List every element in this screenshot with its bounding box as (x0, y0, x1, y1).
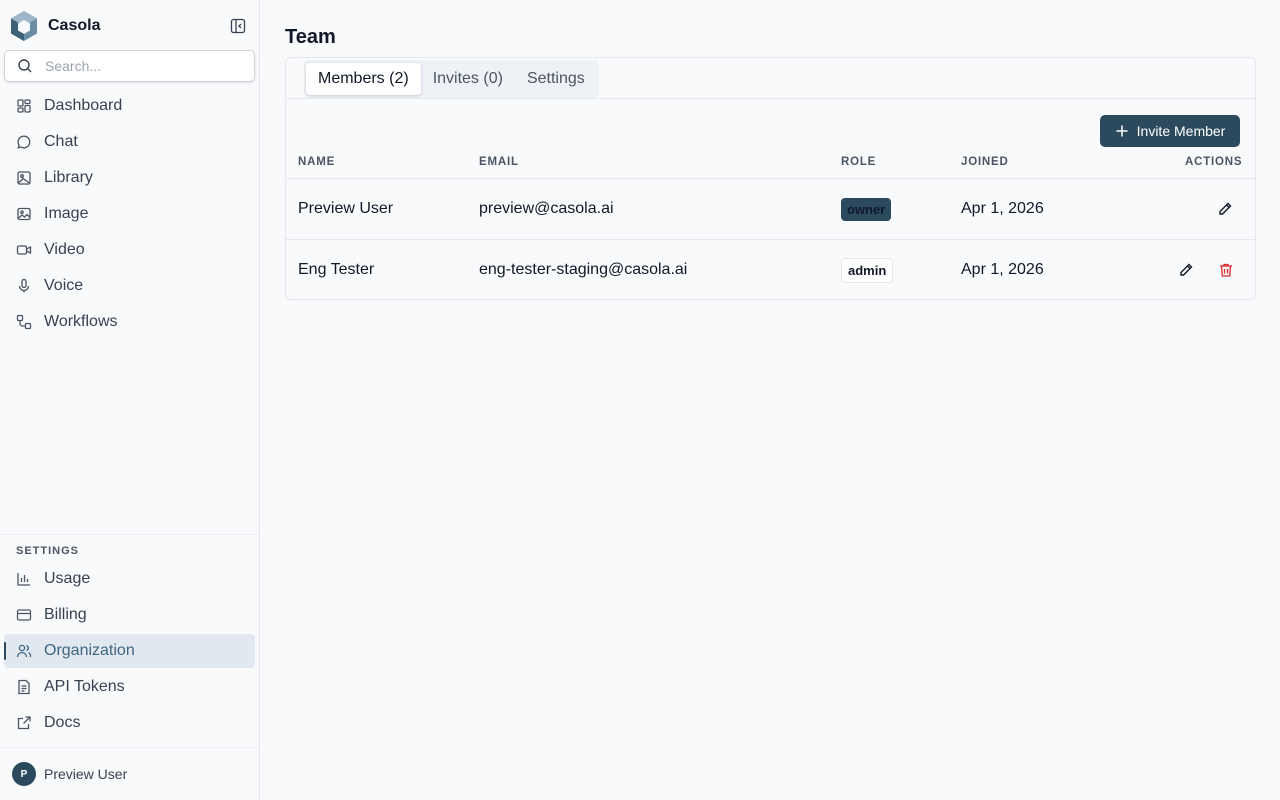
nav-label: API Tokens (44, 678, 125, 695)
column-header-role: ROLE (841, 156, 877, 168)
search-input[interactable] (45, 58, 235, 74)
avatar: P (12, 762, 36, 786)
workflow-icon (16, 314, 32, 330)
nav-item-dashboard[interactable]: Dashboard (4, 89, 255, 123)
nav-label: Billing (44, 606, 87, 623)
member-name: Eng Tester (298, 261, 375, 278)
nav-item-docs[interactable]: Docs (4, 706, 255, 740)
invite-member-button[interactable]: Invite Member (1100, 115, 1240, 147)
team-card: Members (2) Invites (0) Settings Invite … (285, 57, 1256, 300)
nav-label: Voice (44, 277, 84, 294)
member-joined: Apr 1, 2026 (961, 200, 1044, 217)
nav-label: Library (44, 169, 93, 186)
main-nav: Dashboard Chat Library Image Video Voice… (4, 89, 255, 341)
nav-item-library[interactable]: Library (4, 161, 255, 195)
role-cell: owner (841, 179, 892, 239)
sidebar: Casola Dashboard (0, 0, 260, 800)
settings-heading: SETTINGS (16, 545, 80, 557)
tabs-divider (286, 98, 1255, 99)
chat-icon (16, 134, 32, 150)
brand[interactable]: Casola (8, 10, 100, 42)
search-box[interactable] (4, 50, 255, 82)
image-icon (16, 206, 32, 222)
library-icon (16, 170, 32, 186)
nav-label: Video (44, 241, 85, 258)
collapse-sidebar-icon[interactable] (228, 16, 248, 36)
tab-bar: Members (2) Invites (0) Settings (304, 60, 599, 98)
nav-item-billing[interactable]: Billing (4, 598, 255, 632)
video-icon (16, 242, 32, 258)
tab-invites[interactable]: Invites (0) (421, 63, 515, 95)
casola-logo-icon (8, 10, 40, 42)
nav-item-usage[interactable]: Usage (4, 562, 255, 596)
external-link-icon (16, 715, 32, 731)
sidebar-divider (0, 534, 259, 535)
edit-icon[interactable] (1216, 200, 1234, 218)
nav-label: Chat (44, 133, 78, 150)
bar-chart-icon (16, 571, 32, 587)
user-name: Preview User (44, 766, 128, 782)
trash-icon[interactable] (1217, 261, 1235, 279)
column-header-name: NAME (298, 156, 336, 168)
table-row: Eng Tester eng-tester-staging@casola.ai … (286, 239, 1255, 300)
role-badge: admin (841, 257, 894, 283)
table-row: Preview User preview@casola.ai owner Apr… (286, 178, 1255, 239)
role-cell: admin (841, 240, 894, 300)
member-email: preview@casola.ai (479, 200, 614, 217)
nav-item-chat[interactable]: Chat (4, 125, 255, 159)
tab-settings[interactable]: Settings (515, 63, 597, 95)
invite-member-label: Invite Member (1136, 123, 1226, 139)
edit-icon[interactable] (1177, 261, 1195, 279)
nav-label: Organization (44, 642, 135, 659)
microphone-icon (16, 278, 32, 294)
nav-item-image[interactable]: Image (4, 197, 255, 231)
nav-item-organization[interactable]: Organization (4, 634, 255, 668)
page-title: Team (285, 26, 336, 48)
tab-members[interactable]: Members (2) (306, 63, 421, 95)
settings-nav: Usage Billing Organization API Tokens Do… (4, 562, 255, 742)
column-header-email: EMAIL (479, 156, 519, 168)
search-icon (17, 58, 33, 74)
nav-label: Docs (44, 714, 81, 731)
sidebar-divider (0, 747, 259, 748)
nav-item-api-tokens[interactable]: API Tokens (4, 670, 255, 704)
column-header-actions: ACTIONS (1185, 156, 1243, 168)
dashboard-icon (16, 98, 32, 114)
app-name: Casola (48, 17, 101, 34)
credit-card-icon (16, 607, 32, 623)
role-badge: owner (841, 197, 892, 221)
nav-item-video[interactable]: Video (4, 233, 255, 267)
member-email: eng-tester-staging@casola.ai (479, 261, 688, 278)
nav-label: Dashboard (44, 97, 123, 114)
column-header-joined: JOINED (961, 156, 1009, 168)
nav-item-voice[interactable]: Voice (4, 269, 255, 303)
nav-label: Image (44, 205, 89, 222)
document-icon (16, 679, 32, 695)
member-joined: Apr 1, 2026 (961, 261, 1044, 278)
member-name: Preview User (298, 200, 394, 217)
users-icon (16, 643, 32, 659)
user-menu[interactable]: P Preview User (12, 762, 127, 786)
nav-label: Workflows (44, 313, 118, 330)
plus-icon (1115, 124, 1129, 138)
nav-item-workflows[interactable]: Workflows (4, 305, 255, 339)
nav-label: Usage (44, 570, 91, 587)
